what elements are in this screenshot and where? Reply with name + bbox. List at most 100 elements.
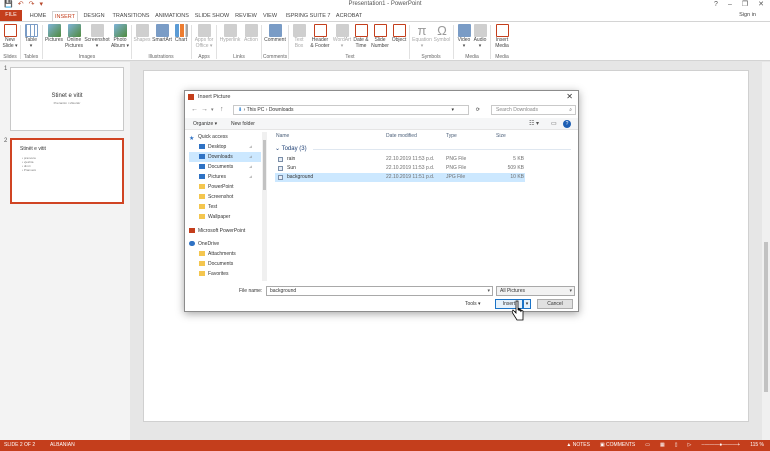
forward-arrow-icon[interactable]: → [201,105,208,115]
recent-locations-icon[interactable]: ▾ [211,105,214,115]
notes-button[interactable]: ▲ NOTES [566,440,590,451]
close-icon[interactable]: ✕ [758,0,764,9]
shapes-button[interactable]: Shapes [133,24,151,44]
file-group-header[interactable]: ⌄ Today (3) [275,145,307,152]
refresh-icon[interactable]: ⟳ [476,106,480,114]
insert-options-button[interactable]: ▾ [523,299,531,309]
chart-button[interactable]: Chart [173,24,189,44]
equation-button[interactable]: π Equation ▾ [411,24,433,49]
breadcrumb-downloads[interactable]: Downloads [269,107,294,113]
hyperlink-button[interactable]: Hyperlink [218,24,242,44]
apps-for-office-button[interactable]: Apps for Office ▾ [193,24,215,49]
help-icon[interactable]: ? [714,0,718,9]
zoom-level[interactable]: 115 % [750,440,764,451]
minimize-icon[interactable]: – [728,0,732,9]
organize-button[interactable]: Organize ▾ [193,120,217,128]
screenshot-button[interactable]: Screenshot ▾ [84,24,110,49]
online-pictures-button[interactable]: Online Pictures [64,24,84,49]
object-button[interactable]: Object [390,24,408,44]
language-indicator[interactable]: ALBANIAN [50,440,75,451]
view-slideshow-icon[interactable]: ▷ [687,440,691,451]
date-time-button[interactable]: Date & Time [352,24,370,49]
text-box-button[interactable]: Text Box [290,24,308,49]
nav-item-quick-access[interactable]: ★ Quick access [189,132,228,142]
tab-ispring[interactable]: ISPRING SUITE 7 [283,11,333,21]
view-options-icon[interactable]: ☷ ▾ [529,120,539,128]
dialog-close-icon[interactable]: ✕ [566,92,573,102]
header-footer-button[interactable]: Header & Footer [308,24,332,49]
tab-design[interactable]: DESIGN [80,11,108,21]
symbol-button[interactable]: Ω Symbol [433,24,451,44]
tab-acrobat[interactable]: ACROBAT [334,11,364,21]
nav-item-pictures[interactable]: Pictures ⊿ [189,172,252,182]
action-button[interactable]: Action [242,24,260,44]
slide-thumbnail-1[interactable]: Stinet e vitit Prezantim i shkurtër [10,67,124,131]
slide-number-button[interactable]: Slide Number [370,24,390,49]
view-reading-icon[interactable]: ▯ [675,440,678,451]
tab-transitions[interactable]: TRANSITIONS [109,11,153,21]
file-row-selected[interactable]: background 22.10.2019 11:51 p.d. JPG Fil… [275,173,525,182]
search-input[interactable]: Search Downloads ⌕ [491,105,576,115]
table-button[interactable]: Table ▾ [23,24,39,49]
nav-item-onedrive-documents[interactable]: Documents [189,259,233,269]
insert-media-button[interactable]: Insert Media [492,24,512,49]
photo-album-button[interactable]: Photo Album ▾ [110,24,130,49]
view-sorter-icon[interactable]: ▦ [660,440,665,451]
up-arrow-icon[interactable]: ↑ [220,105,224,115]
tab-animations[interactable]: ANIMATIONS [153,11,191,21]
tools-dropdown[interactable]: Tools ▾ [465,299,481,309]
tab-review[interactable]: REVIEW [233,11,259,21]
nav-item-wallpaper[interactable]: Wallpaper [189,212,230,222]
comment-button[interactable]: Comment [263,24,287,44]
wordart-button[interactable]: WordArt ▾ [332,24,352,49]
back-arrow-icon[interactable]: ← [191,105,198,115]
restore-icon[interactable]: ❐ [742,0,748,9]
nav-item-desktop[interactable]: Desktop ⊿ [189,142,252,152]
new-slide-button[interactable]: New Slide ▾ [2,24,18,49]
new-folder-button[interactable]: New folder [231,120,255,128]
file-row[interactable]: rain 22.10.2019 11:53 p.d. PNG File 5 KB [275,155,525,164]
column-header-date[interactable]: Date modified [386,132,417,140]
scroll-thumb[interactable] [263,140,266,190]
cancel-button[interactable]: Cancel [537,299,573,309]
video-button[interactable]: Video ▾ [456,24,472,49]
pin-icon[interactable]: ⊿ [249,152,253,162]
address-dropdown-icon[interactable]: ▾ [451,106,454,114]
file-row[interactable]: Sun 22.10.2019 11:53 p.d. PNG File 509 K… [275,164,525,173]
column-header-name[interactable]: Name [276,132,289,140]
file-name-input[interactable]: background ▾ [266,286,493,296]
nav-item-test[interactable]: Test [189,202,217,212]
slide-thumbnail-2[interactable]: Stinët e vitit • pranvera • vjeshta • di… [10,138,124,204]
zoom-slider[interactable]: −———●———+ [701,440,740,451]
preview-pane-icon[interactable]: ▭ [551,120,557,128]
tab-view[interactable]: VIEW [260,11,280,21]
tab-slide-show[interactable]: SLIDE SHOW [193,11,231,21]
sign-in-link[interactable]: Sign in [739,12,756,18]
address-bar[interactable]: ⬇ › This PC › Downloads ▾ ⟳ [233,105,480,115]
nav-item-attachments[interactable]: Attachments [189,249,236,259]
dialog-help-icon[interactable]: ? [563,120,571,128]
column-header-size[interactable]: Size [496,132,506,140]
nav-item-documents[interactable]: Documents ⊿ [189,162,252,172]
nav-item-screenshot[interactable]: Screenshot [189,192,233,202]
file-type-select[interactable]: All Pictures ▾ [496,286,575,296]
nav-pane-scrollbar[interactable] [262,132,267,281]
smartart-button[interactable]: SmartArt [151,24,173,44]
nav-item-favorites[interactable]: Favorites [189,269,229,279]
nav-item-microsoft-powerpoint[interactable]: Microsoft PowerPoint [189,226,245,236]
nav-item-onedrive[interactable]: OneDrive [189,239,219,249]
comments-button[interactable]: ▣ COMMENTS [600,440,635,451]
nav-item-downloads[interactable]: Downloads ⊿ [189,152,261,162]
column-header-type[interactable]: Type [446,132,457,140]
tab-home[interactable]: HOME [25,11,51,21]
tab-file[interactable]: FILE [0,10,22,21]
scroll-thumb[interactable] [764,242,768,392]
view-normal-icon[interactable]: ▭ [645,440,650,451]
chevron-down-icon[interactable]: ▾ [487,287,490,295]
breadcrumb-this-pc[interactable]: This PC [247,107,265,113]
vertical-scrollbar[interactable] [762,62,770,440]
audio-button[interactable]: Audio ▾ [472,24,488,49]
nav-item-powerpoint[interactable]: PowerPoint [189,182,234,192]
pictures-button[interactable]: Pictures [44,24,64,44]
tab-insert[interactable]: INSERT [52,11,78,21]
